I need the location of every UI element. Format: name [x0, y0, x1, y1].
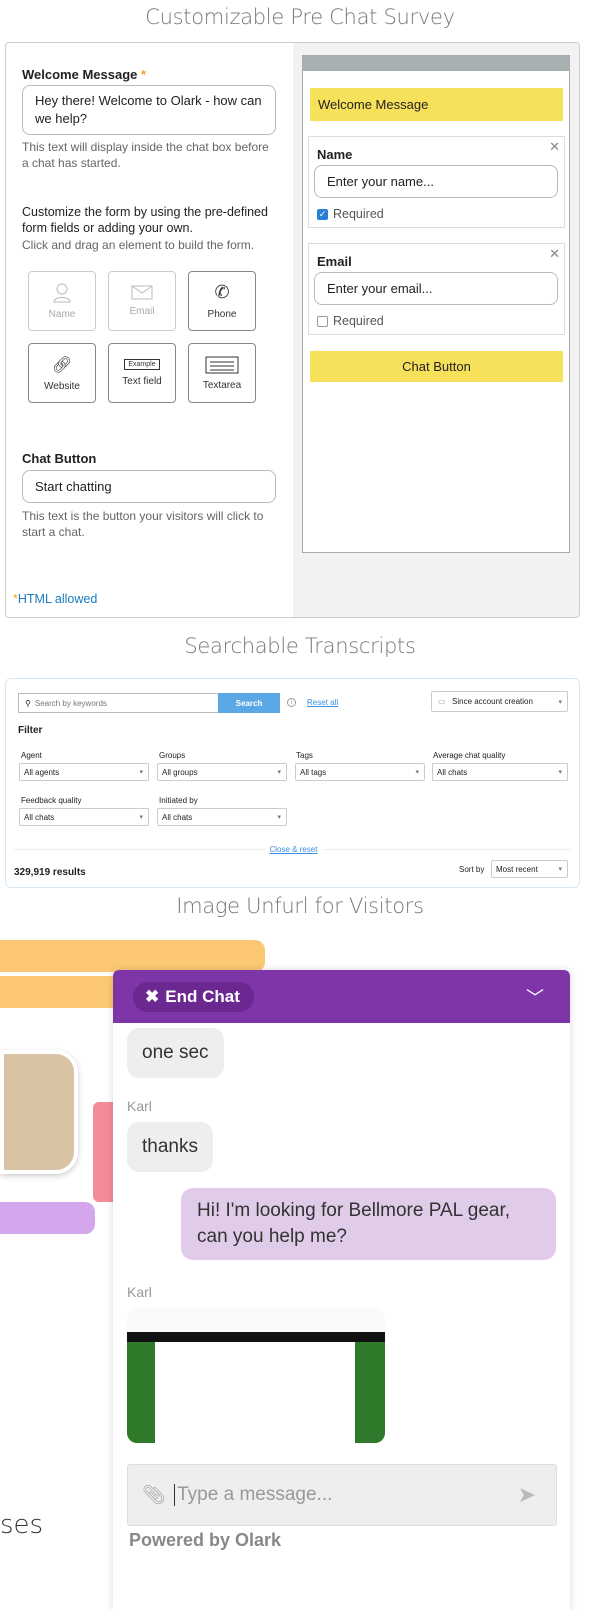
- filter-title: Filter: [18, 725, 43, 736]
- agent-message: thanks: [127, 1122, 213, 1172]
- sender-name: Karl: [127, 1098, 152, 1114]
- end-chat-button[interactable]: ✖ End Chat: [133, 982, 254, 1012]
- email-input[interactable]: Enter your email...: [314, 272, 558, 305]
- search-input[interactable]: ⚲ Search by keywords: [18, 693, 218, 713]
- filter-label: Tags: [296, 751, 313, 760]
- chevron-down-icon[interactable]: ﹀: [526, 984, 544, 1010]
- phone-icon: ✆: [214, 282, 230, 302]
- info-icon[interactable]: i: [287, 698, 296, 707]
- name-input[interactable]: Enter your name...: [314, 165, 558, 198]
- chat-widget: ✖ End Chat ﹀ one sec Karl thanks Hi! I'm …: [113, 970, 570, 1610]
- link-icon: 🔗︎: [51, 356, 73, 374]
- message-input[interactable]: 📎︎ Type a message... ➤: [127, 1464, 557, 1526]
- section-title-survey: Customizable Pre Chat Survey: [145, 5, 455, 29]
- welcome-input[interactable]: Hey there! Welcome to Olark - how can we…: [22, 85, 276, 135]
- field-tiles: Name Email ✆ Phone 🔗︎ Website Example Text …: [28, 271, 256, 403]
- calendar-icon: ▭: [438, 697, 446, 706]
- section-title-unfurl: Image Unfurl for Visitors: [176, 894, 424, 918]
- feedback-select[interactable]: All chats: [19, 808, 149, 826]
- preview-welcome: Welcome Message: [310, 88, 563, 121]
- chat-button-input[interactable]: Start chatting: [22, 470, 276, 503]
- tile-textarea[interactable]: Textarea: [188, 343, 256, 403]
- image-navbar: [127, 1332, 385, 1342]
- tile-text-field[interactable]: Example Text field: [108, 343, 176, 403]
- welcome-label: Welcome Message *: [22, 67, 147, 82]
- filter-label: Initiated by: [159, 796, 198, 805]
- preview-chat-button[interactable]: Chat Button: [310, 351, 563, 382]
- initiated-select[interactable]: All chats: [157, 808, 287, 826]
- filter-label: Feedback quality: [21, 796, 82, 805]
- form-preview: Welcome Message ✕ Name Enter your name..…: [302, 55, 570, 553]
- person-icon: [53, 283, 71, 302]
- textarea-icon: [205, 356, 239, 373]
- agent-message: one sec: [127, 1028, 224, 1078]
- checkbox-unchecked-icon: [317, 315, 328, 327]
- filter-label: Groups: [159, 751, 186, 760]
- search-button[interactable]: Search: [218, 693, 280, 713]
- close-reset-link[interactable]: Close & reset: [265, 845, 322, 854]
- sort-label: Sort by: [459, 865, 485, 874]
- send-icon[interactable]: ➤: [518, 1482, 536, 1508]
- paperclip-icon[interactable]: 📎︎: [142, 1483, 166, 1507]
- tile-label: Phone: [207, 309, 237, 320]
- close-icon[interactable]: ✕: [549, 139, 560, 155]
- end-chat-icon: ✖: [145, 987, 160, 1006]
- section-title-transcripts: Searchable Transcripts: [184, 634, 416, 658]
- text-field-icon: Example: [124, 359, 160, 370]
- bg-decoration: [0, 940, 265, 972]
- name-label: Name: [317, 147, 353, 162]
- groups-select[interactable]: All groups: [157, 763, 287, 781]
- chat-button-label: Chat Button: [22, 451, 97, 466]
- tile-name[interactable]: Name: [28, 271, 96, 331]
- tags-select[interactable]: All tags: [295, 763, 425, 781]
- welcome-help: This text will display inside the chat b…: [22, 140, 269, 170]
- html-allowed-link[interactable]: *HTML allowed: [13, 592, 97, 606]
- reset-all-link[interactable]: Reset all: [307, 698, 338, 707]
- tile-label: Website: [44, 380, 80, 392]
- tile-website[interactable]: 🔗︎ Website: [28, 343, 96, 403]
- tile-label: Text field: [122, 376, 162, 387]
- chat-button-help: This text is the button your visitors wi…: [22, 509, 264, 539]
- envelope-icon: [131, 285, 153, 300]
- sender-name: Karl: [127, 1284, 152, 1300]
- powered-by[interactable]: Powered by Olark: [129, 1530, 281, 1551]
- tile-label: Name: [48, 308, 76, 320]
- bg-partial-text: ses: [0, 1510, 44, 1540]
- tile-label: Textarea: [202, 379, 242, 391]
- close-icon[interactable]: ✕: [549, 246, 560, 262]
- email-required-checkbox[interactable]: Required: [317, 314, 384, 328]
- customize-text: Customize the form by using the pre-defi…: [22, 205, 268, 235]
- filter-label: Agent: [21, 751, 42, 760]
- tile-label: Email: [129, 306, 155, 317]
- close-reset-wrap: Close & reset: [6, 844, 581, 854]
- filter-label: Average chat quality: [433, 751, 506, 760]
- avg-quality-select[interactable]: All chats: [432, 763, 568, 781]
- search-icon: ⚲: [25, 698, 31, 708]
- bg-decoration: [93, 1102, 115, 1202]
- tile-phone[interactable]: ✆ Phone: [188, 271, 256, 331]
- chat-header: ✖ End Chat ﹀: [113, 970, 570, 1023]
- bg-decoration: [0, 1202, 95, 1234]
- date-range-select[interactable]: ▭ Since account creation: [431, 691, 568, 712]
- preview-email-field[interactable]: ✕ Email Enter your email... Required: [308, 243, 565, 335]
- transcripts-card: ⚲ Search by keywords Search i Reset all ▭…: [5, 678, 580, 888]
- email-label: Email: [317, 254, 352, 269]
- unfurled-image[interactable]: [127, 1308, 385, 1443]
- drag-help: Click and drag an element to build the f…: [22, 238, 255, 252]
- preview-header: [303, 56, 569, 71]
- avatar-photo: [0, 1050, 78, 1174]
- name-required-checkbox[interactable]: ✓ Required: [317, 207, 384, 221]
- visitor-message: Hi! I'm looking for Bellmore PAL gear, c…: [181, 1188, 556, 1260]
- sort-select[interactable]: Most recent: [491, 860, 568, 878]
- tile-email[interactable]: Email: [108, 271, 176, 331]
- agent-select[interactable]: All agents: [19, 763, 149, 781]
- preview-name-field[interactable]: ✕ Name Enter your name... ✓ Required: [308, 136, 565, 228]
- checkbox-checked-icon: ✓: [317, 208, 328, 220]
- image-content: [155, 1342, 355, 1443]
- results-count: 329,919 results: [14, 867, 86, 878]
